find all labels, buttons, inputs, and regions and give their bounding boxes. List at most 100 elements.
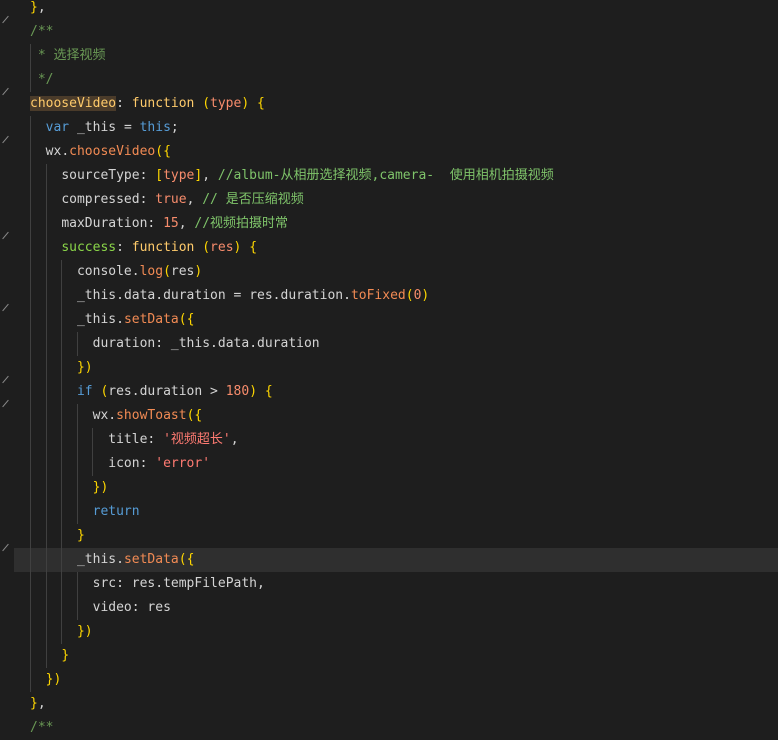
fold-marker-icon[interactable] xyxy=(2,87,10,97)
fold-marker-icon[interactable] xyxy=(2,543,10,553)
code-line[interactable]: chooseVideo: function (type) { xyxy=(14,92,778,116)
code-line[interactable]: _this.data.duration = res.duration.toFix… xyxy=(14,284,778,308)
fold-marker-icon[interactable] xyxy=(2,375,10,385)
code-line[interactable]: } xyxy=(14,644,778,668)
code-line[interactable]: }) xyxy=(14,668,778,692)
code-text: _this.setData({ xyxy=(30,548,194,572)
code-token: , xyxy=(178,216,187,231)
code-line[interactable]: /** xyxy=(14,716,778,740)
code-line[interactable]: return xyxy=(14,500,778,524)
fold-marker-icon[interactable] xyxy=(2,231,10,241)
code-text: } xyxy=(30,644,69,668)
code-line[interactable]: if (res.duration > 180) { xyxy=(14,380,778,404)
code-line[interactable]: }) xyxy=(14,476,778,500)
code-token: duration xyxy=(163,288,226,303)
fold-marker-icon[interactable] xyxy=(2,15,10,25)
code-token: ) xyxy=(421,288,430,303)
code-line[interactable]: /** xyxy=(14,20,778,44)
code-line[interactable]: _this.setData({ xyxy=(14,308,778,332)
code-text: src: res.tempFilePath, xyxy=(30,572,265,596)
code-token: _this xyxy=(76,552,117,567)
fold-marker-icon[interactable] xyxy=(2,399,10,409)
code-token: res xyxy=(249,288,273,303)
code-editor[interactable]: }, /** * 选择视频 */chooseVideo: function (ty… xyxy=(0,0,778,735)
code-token: [ xyxy=(155,168,164,183)
code-line[interactable]: }, xyxy=(14,0,778,20)
code-line[interactable]: }, xyxy=(14,692,778,716)
code-token: '视频超长' xyxy=(163,432,231,447)
code-token: } xyxy=(61,648,70,663)
code-token: setData xyxy=(123,552,179,567)
code-line[interactable]: */ xyxy=(14,68,778,92)
code-token: . xyxy=(249,336,258,351)
code-text: sourceType: [type], //album-从相册选择视频,came… xyxy=(30,164,554,188)
code-token: 180 xyxy=(225,384,250,399)
code-token: /** xyxy=(30,24,54,39)
code-line[interactable]: wx.showToast({ xyxy=(14,404,778,428)
code-line[interactable]: sourceType: [type], //album-从相册选择视频,came… xyxy=(14,164,778,188)
code-token: ) xyxy=(249,384,258,399)
code-token: res xyxy=(210,240,234,255)
code-token: //album-从相册选择视频,camera- 使用相机拍摄视频 xyxy=(217,168,554,183)
code-token: ( xyxy=(155,144,164,159)
code-token: //视频拍摄时常 xyxy=(194,216,289,231)
code-token: , xyxy=(230,432,239,447)
code-line[interactable]: success: function (res) { xyxy=(14,236,778,260)
fold-marker-icon[interactable] xyxy=(2,135,10,145)
code-token: ; xyxy=(170,120,179,135)
code-line[interactable]: console.log(res) xyxy=(14,260,778,284)
code-line[interactable]: title: '视频超长', xyxy=(14,428,778,452)
code-line[interactable]: } xyxy=(14,524,778,548)
code-text: var _this = this; xyxy=(30,116,179,140)
code-token: ) xyxy=(84,360,93,375)
fold-marker-icon[interactable] xyxy=(2,303,10,313)
code-line[interactable]: }) xyxy=(14,356,778,380)
code-token: { xyxy=(257,96,265,111)
code-token: { xyxy=(249,240,258,255)
code-token: ( xyxy=(163,264,171,279)
code-text: /** xyxy=(30,20,53,44)
code-token: icon xyxy=(108,456,140,471)
code-token: ) xyxy=(100,480,109,495)
code-token: res xyxy=(147,600,171,615)
code-line[interactable]: * 选择视频 xyxy=(14,44,778,68)
code-text: }, xyxy=(30,0,46,20)
code-line[interactable]: icon: 'error' xyxy=(14,452,778,476)
code-line[interactable]: duration: _this.data.duration xyxy=(14,332,778,356)
code-line[interactable]: compressed: true, // 是否压缩视频 xyxy=(14,188,778,212)
code-line[interactable]: maxDuration: 15, //视频拍摄时常 xyxy=(14,212,778,236)
code-token: . xyxy=(343,288,351,303)
code-token: ( xyxy=(202,240,211,255)
code-token: > xyxy=(210,384,218,399)
code-line[interactable]: }) xyxy=(14,620,778,644)
code-line[interactable]: var _this = this; xyxy=(14,116,778,140)
code-line[interactable]: wx.chooseVideo({ xyxy=(14,140,778,164)
code-line[interactable]: video: res xyxy=(14,596,778,620)
code-text: }, xyxy=(30,692,46,716)
code-line[interactable]: _this.setData({ xyxy=(14,548,778,572)
code-line[interactable]: src: res.tempFilePath, xyxy=(14,572,778,596)
